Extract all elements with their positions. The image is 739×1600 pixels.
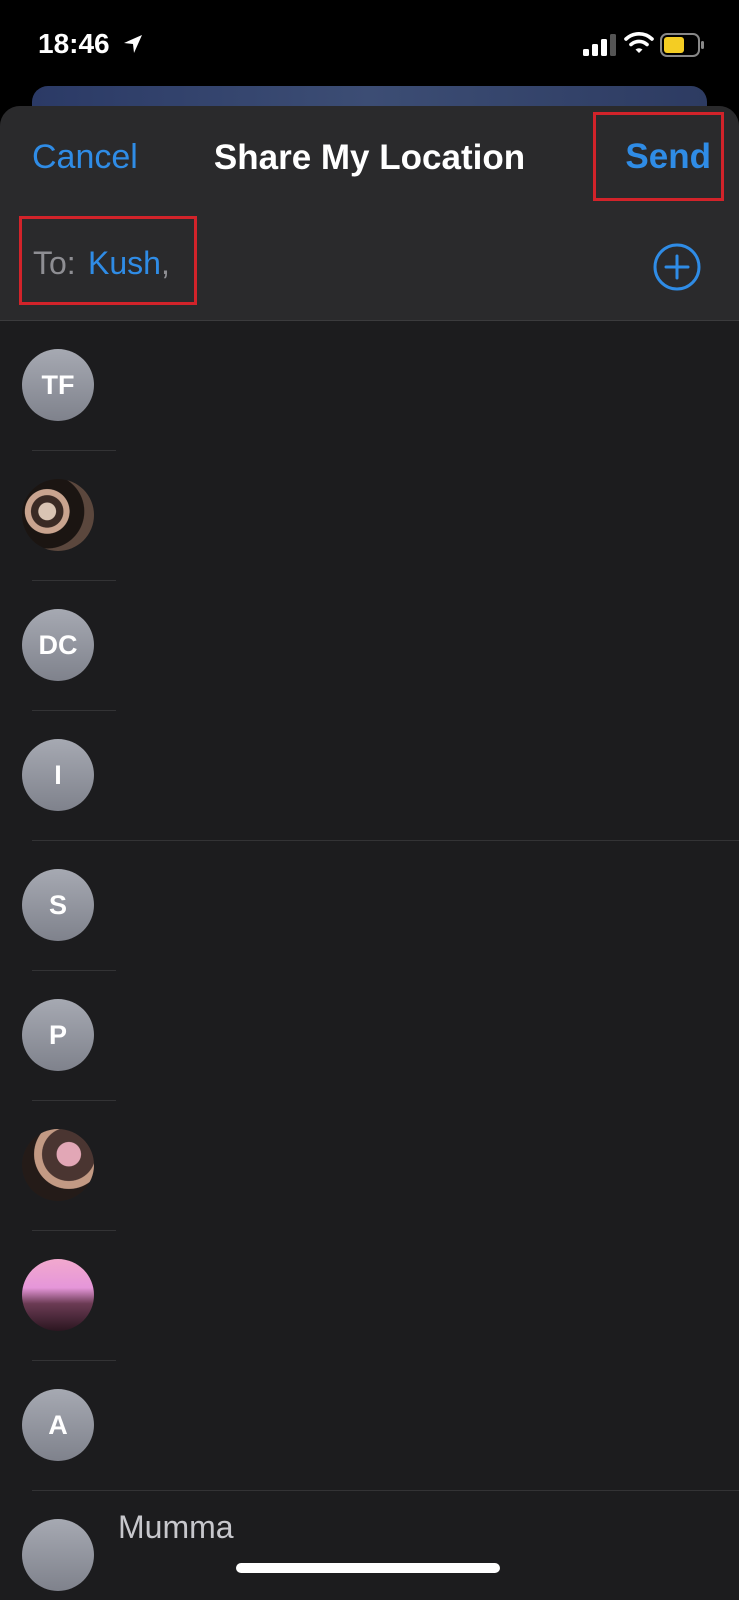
location-arrow-icon (124, 35, 142, 53)
nav-bar: Cancel Share My Location Send (0, 106, 739, 212)
home-indicator (236, 1563, 500, 1573)
contact-avatar: TF (22, 349, 94, 421)
contact-row[interactable] (0, 1101, 739, 1231)
contact-row[interactable]: Mumma (0, 1491, 739, 1600)
cellular-signal-icon (583, 34, 616, 56)
contact-avatar: I (22, 739, 94, 811)
recipient-field[interactable]: To: Kush, (0, 212, 739, 321)
cancel-button[interactable]: Cancel (32, 138, 138, 177)
add-contact-icon[interactable] (652, 242, 702, 292)
wifi-icon (624, 32, 654, 53)
recipient-highlight-box (19, 216, 197, 305)
contact-photo-avatar (22, 1129, 94, 1201)
contact-row[interactable]: I (0, 711, 739, 841)
contact-avatar: A (22, 1389, 94, 1461)
contact-photo-avatar (22, 479, 94, 551)
contact-row[interactable]: A (0, 1361, 739, 1491)
contact-list: TF DC I S P A Mumma (0, 321, 739, 1600)
contact-row[interactable]: P (0, 971, 739, 1101)
contact-row[interactable] (0, 1231, 739, 1361)
contact-avatar (22, 1519, 94, 1591)
contact-name: Mumma (118, 1509, 234, 1545)
contact-avatar: S (22, 869, 94, 941)
battery-icon (660, 33, 704, 57)
status-bar: 18:46 (0, 0, 739, 90)
contact-avatar: P (22, 999, 94, 1071)
status-time: 18:46 (38, 28, 110, 59)
contact-row[interactable] (0, 451, 739, 581)
contact-avatar: DC (22, 609, 94, 681)
send-highlight-box (593, 112, 724, 201)
contact-row[interactable]: S (0, 841, 739, 971)
contact-row[interactable]: DC (0, 581, 739, 711)
contact-row[interactable]: TF (0, 321, 739, 451)
sheet-title: Share My Location (213, 138, 526, 177)
share-location-sheet: Cancel Share My Location Send To: Kush, … (0, 106, 739, 1600)
contact-photo-avatar (22, 1259, 94, 1331)
